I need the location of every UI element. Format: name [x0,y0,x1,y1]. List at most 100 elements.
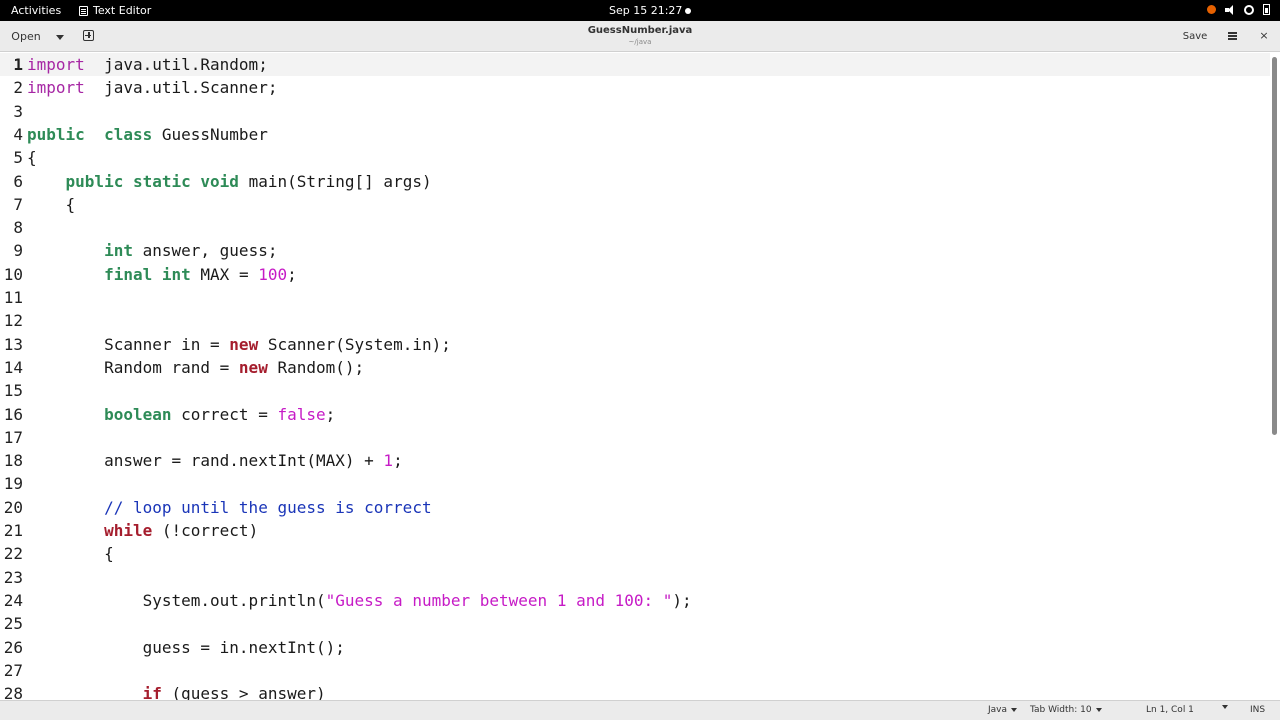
code-text: { [27,193,76,216]
code-token-num: false [277,404,326,424]
line-number: 4 [13,124,23,144]
code-token-cmt: // loop until the guess is correct [104,497,432,517]
chevron-down-icon [1222,705,1228,709]
code-line[interactable]: 1 import java.util.Random; [0,53,1270,76]
code-line[interactable]: 24 System.out.println("Guess a number be… [0,589,1270,612]
code-editor[interactable]: 1 import java.util.Random; 2 import java.ut… [0,53,1270,700]
code-line[interactable]: 18 answer = rand.nextInt(MAX) + 1; [0,449,1270,472]
code-line[interactable]: 6 public static void main(String[] args) [0,170,1270,193]
code-line[interactable]: 12 [0,309,1270,332]
chevron-down-icon [1011,708,1018,712]
code-line[interactable]: 11 [0,286,1270,309]
code-line[interactable]: 8 [0,216,1270,239]
line-number: 12 [3,311,23,331]
line-number: 24 [3,590,23,610]
line-number: 23 [3,567,23,587]
battery-icon [1263,4,1270,15]
code-line[interactable]: 15 [0,379,1270,402]
line-number: 17 [3,427,23,447]
line-number: 1 [13,55,23,74]
code-token: ; [393,451,403,471]
code-token: { [27,148,37,168]
status-bar: Java Tab Width: 10 Ln 1, Col 1 INS [0,700,1280,720]
code-line[interactable]: 2 import java.util.Scanner; [0,76,1270,99]
line-number: 10 [3,264,23,284]
clock[interactable]: Sep 15 21:27 [609,4,682,17]
insert-mode-indicator[interactable]: INS [1250,705,1265,715]
save-button[interactable]: Save [1175,26,1215,47]
code-text: public static void main(String[] args) [27,170,432,193]
code-line[interactable]: 27 [0,659,1270,682]
code-line[interactable]: 4 public class GuessNumber [0,123,1270,146]
code-text: { [27,146,37,169]
code-token: System.out.println( [27,590,326,610]
position-menu[interactable] [1222,705,1228,709]
code-text: public class GuessNumber [27,123,268,146]
code-line[interactable]: 16 boolean correct = false; [0,403,1270,426]
language-selector[interactable]: Java [988,705,1018,715]
cursor-position[interactable]: Ln 1, Col 1 [1146,705,1194,715]
code-token-kw: public [27,124,85,144]
code-token-kw-red: new [238,357,268,377]
code-line[interactable]: 10 final int MAX = 100; [0,263,1270,286]
code-line[interactable]: 21 while (!correct) [0,519,1270,542]
code-token-kw-import: import [27,78,85,98]
code-token-str: "Guess a number between 1 and 100: " [325,590,673,610]
code-token: GuessNumber [152,124,268,144]
chevron-down-icon [1095,708,1102,712]
code-line[interactable]: 5{ [0,146,1270,169]
code-line[interactable]: 22 { [0,542,1270,565]
close-window-button[interactable]: × [1255,26,1273,46]
code-token: { [27,194,76,214]
app-name: Text Editor [93,4,152,17]
code-token: answer = rand.nextInt(MAX) + [27,451,384,471]
code-line[interactable]: 7 { [0,193,1270,216]
tab-width-selector[interactable]: Tab Width: 10 [1030,705,1102,715]
line-number: 20 [3,497,23,517]
code-text: boolean correct = false; [27,403,335,426]
document-title: GuessNumber.java [587,25,693,36]
code-line[interactable]: 3 [0,100,1270,123]
code-token: main(String[] args) [238,171,432,191]
code-line[interactable]: 13 Scanner in = new Scanner(System.in); [0,333,1270,356]
code-text: while (!correct) [27,519,258,542]
line-number: 18 [3,451,23,471]
code-line[interactable]: 9 int answer, guess; [0,239,1270,262]
code-token-kw: class [104,124,153,144]
code-token-kw-import: import [27,55,85,74]
code-line[interactable]: 20 // loop until the guess is correct [0,496,1270,519]
line-number: 22 [3,544,23,564]
insert-mode-label: INS [1250,705,1266,715]
code-line[interactable]: 17 [0,426,1270,449]
volume-icon [1225,4,1235,15]
activities-button[interactable]: Activities [11,4,61,17]
scrollbar-thumb[interactable] [1272,57,1277,435]
line-number: 15 [3,381,23,401]
line-number: 6 [13,171,23,191]
code-line[interactable]: 14 Random rand = new Random(); [0,356,1270,379]
code-token: Random(); [267,357,365,377]
code-token: (guess > answer) [161,684,326,700]
code-token-kw: int [161,264,191,284]
code-line[interactable]: 28 if (guess > answer) [0,682,1270,700]
code-text: { [27,542,114,565]
system-tray[interactable] [1207,4,1270,15]
code-line[interactable]: 25 [0,612,1270,635]
code-text: import java.util.Random; [27,53,268,76]
code-token: MAX = [190,264,259,284]
vertical-scrollbar[interactable] [1270,53,1280,700]
code-line[interactable]: 26 guess = in.nextInt(); [0,636,1270,659]
main-menu-hamburger-icon[interactable] [1223,28,1241,44]
app-menu[interactable]: Text Editor [79,4,151,17]
code-line[interactable]: 23 [0,566,1270,589]
top-bar: Activities Text Editor Sep 15 21:27 [0,0,1280,21]
code-token: Scanner(System.in); [258,334,451,354]
code-line[interactable]: 19 [0,472,1270,495]
